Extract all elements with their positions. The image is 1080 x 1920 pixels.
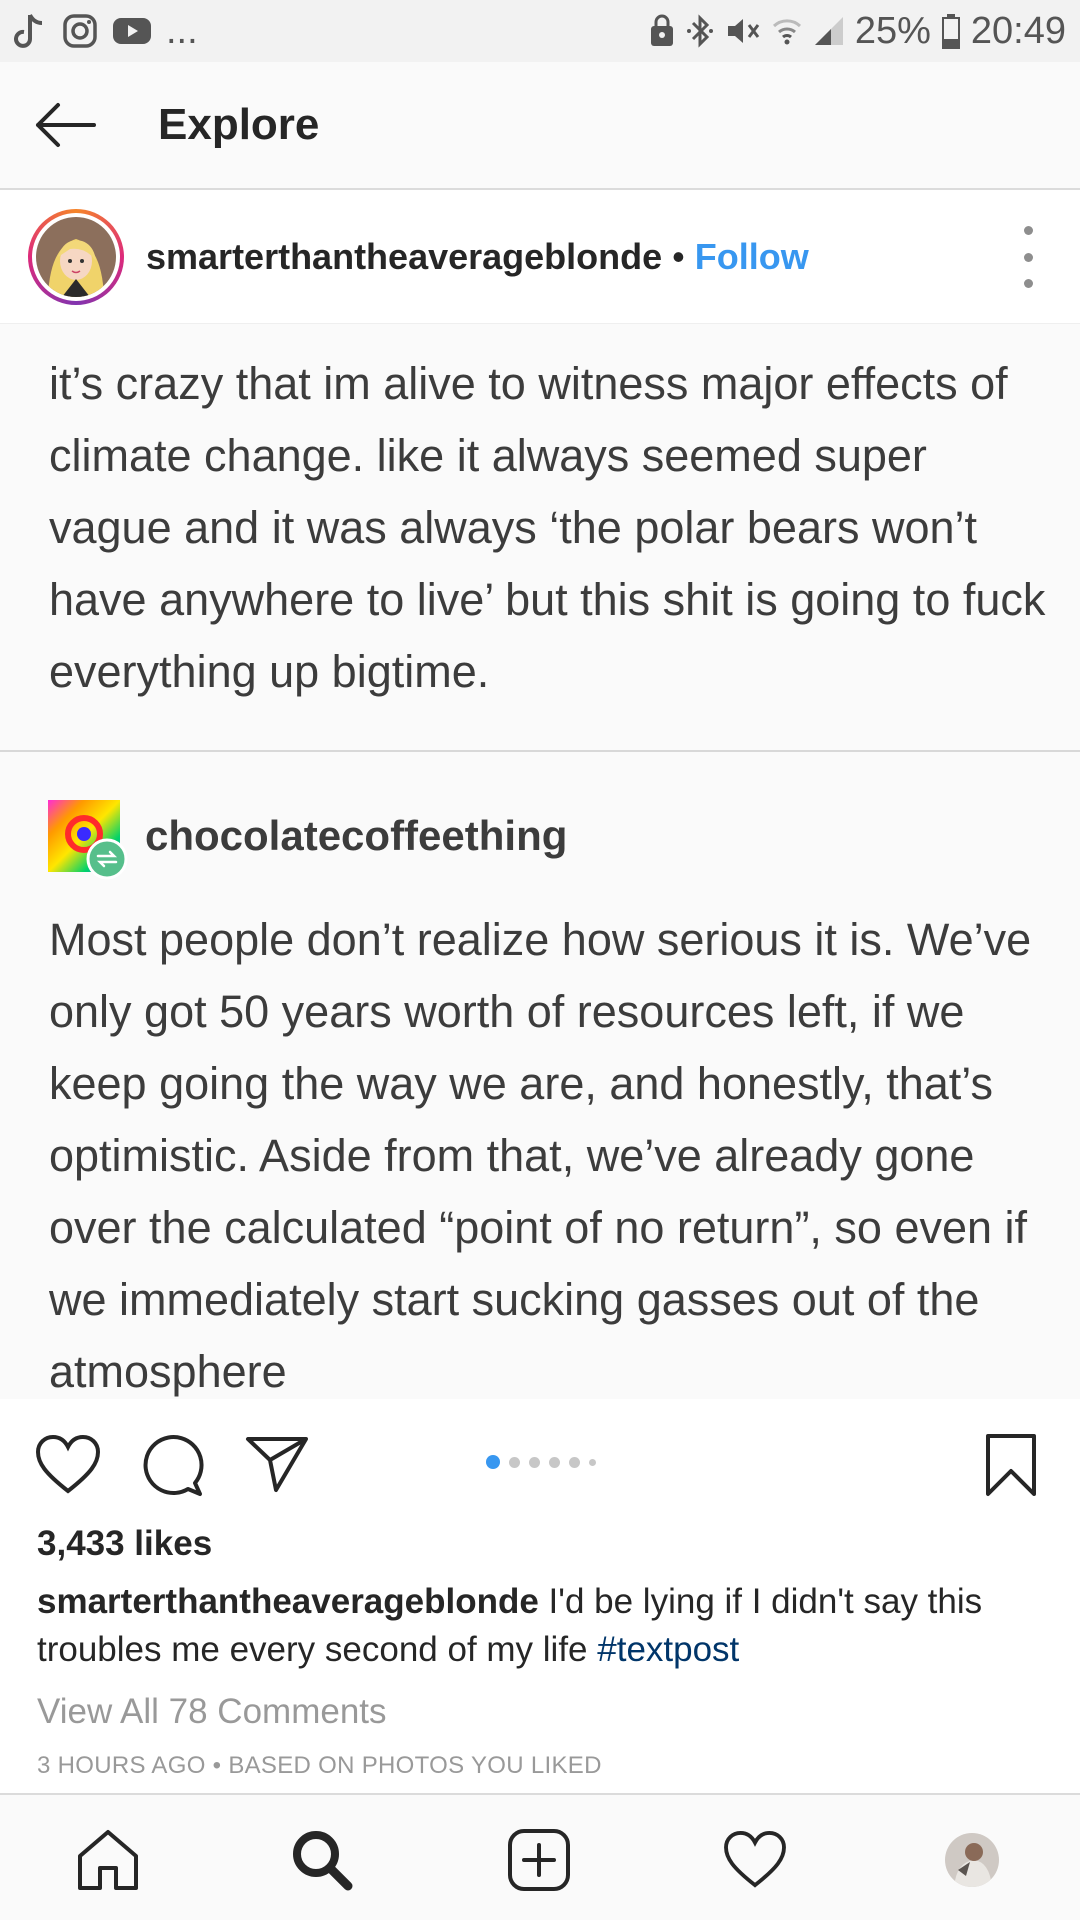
- carousel-dot: [589, 1458, 596, 1466]
- separator-dot: •: [672, 235, 685, 277]
- bottom-nav: [0, 1793, 1080, 1920]
- tiktok-icon: [14, 11, 48, 51]
- clock: 20:49: [970, 9, 1066, 52]
- add-post-icon: [508, 1829, 570, 1891]
- view-comments-link[interactable]: View All 78 Comments: [37, 1692, 387, 1732]
- page-title: Explore: [158, 100, 320, 149]
- nav-home[interactable]: [73, 1825, 143, 1895]
- tumblr-reblog-username: chocolatecoffeething: [145, 812, 568, 859]
- carousel-dot: [509, 1456, 520, 1468]
- more-dot: [1023, 226, 1033, 235]
- mute-icon: [725, 14, 761, 48]
- carousel-dot: [549, 1456, 560, 1468]
- send-icon: [246, 1437, 308, 1492]
- carousel-dot-active: [486, 1455, 500, 1469]
- nav-new-post[interactable]: [504, 1825, 574, 1895]
- like-button[interactable]: [35, 1434, 101, 1500]
- signal-icon: [813, 15, 845, 47]
- share-button[interactable]: [245, 1435, 309, 1498]
- search-icon: [293, 1831, 353, 1891]
- battery-icon: [941, 13, 961, 49]
- tumblr-original-text: it’s crazy that im alive to witness majo…: [49, 358, 1046, 697]
- caption-username[interactable]: smarterthantheaverageblonde: [37, 1582, 539, 1621]
- post-timestamp: 3 HOURS AGO • BASED ON PHOTOS YOU LIKED: [37, 1752, 602, 1779]
- follow-button[interactable]: Follow: [695, 236, 809, 278]
- tumblr-divider: [0, 750, 1080, 752]
- more-dot: [1023, 252, 1033, 262]
- carousel-indicator: [486, 1455, 596, 1469]
- heart-icon: [35, 1434, 101, 1494]
- tumblr-reblog-avatar: [48, 800, 128, 880]
- activity-heart-icon: [724, 1831, 786, 1888]
- bluetooth-icon: [685, 13, 715, 49]
- tumblr-reblog-header: chocolatecoffeething: [48, 800, 568, 880]
- app-header: Explore: [0, 62, 1080, 190]
- post-username[interactable]: smarterthantheaverageblonde: [146, 236, 662, 278]
- post-image[interactable]: it’s crazy that im alive to witness majo…: [0, 324, 1080, 1399]
- instagram-icon: [62, 13, 98, 49]
- back-arrow-icon: [36, 103, 96, 147]
- post-avatar[interactable]: [28, 208, 124, 305]
- more-options-button[interactable]: [1016, 226, 1040, 288]
- like-count[interactable]: 3,433 likes: [37, 1524, 212, 1564]
- wifi-icon: [771, 15, 803, 47]
- nav-profile[interactable]: [937, 1825, 1007, 1895]
- tumblr-reblog-text: Most people don’t realize how serious it…: [49, 914, 1032, 1397]
- notification-overflow: ...: [166, 9, 198, 52]
- more-dot: [1023, 279, 1033, 288]
- nav-activity[interactable]: [720, 1825, 790, 1895]
- youtube-icon: [112, 15, 152, 47]
- back-button[interactable]: [0, 61, 130, 189]
- reblog-icon: [86, 838, 128, 880]
- profile-avatar: [945, 1833, 999, 1887]
- post-caption: smarterthantheaverageblonde I'd be lying…: [37, 1578, 1047, 1674]
- bookmark-icon: [986, 1434, 1036, 1496]
- battery-percent: 25%: [854, 9, 931, 52]
- nav-search[interactable]: [287, 1825, 357, 1895]
- comment-icon: [143, 1435, 204, 1496]
- post-header: smarterthantheaverageblonde • Follow: [0, 190, 1080, 324]
- status-bar: ... 25% 20:49: [0, 0, 1080, 62]
- save-button[interactable]: [985, 1433, 1037, 1502]
- comment-button[interactable]: [142, 1435, 204, 1502]
- carousel-dot: [569, 1456, 580, 1468]
- lock-icon: [649, 14, 675, 48]
- home-icon: [78, 1830, 138, 1890]
- carousel-dot: [529, 1456, 540, 1468]
- caption-hashtag[interactable]: #textpost: [597, 1630, 739, 1669]
